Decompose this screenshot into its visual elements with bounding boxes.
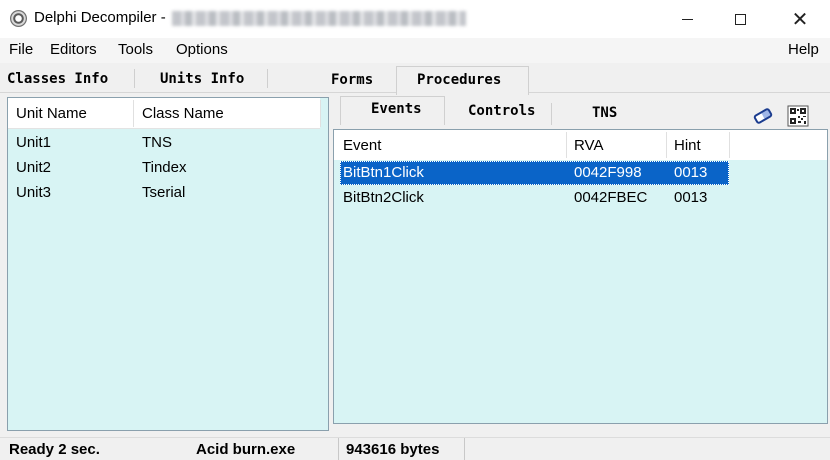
main-tab-strip: Classes Info Units Info Forms Procedures <box>0 63 830 95</box>
menu-help[interactable]: Help <box>788 41 819 58</box>
maximize-button[interactable] <box>717 0 763 38</box>
window-title: Delphi Decompiler - <box>34 9 166 26</box>
menu-bar: File Editors Tools Options Help <box>0 38 830 63</box>
column-class-name[interactable]: Class Name <box>142 105 224 122</box>
class-name: Tserial <box>142 184 186 201</box>
list-item[interactable]: Unit3 Tserial <box>8 181 320 206</box>
event-name: BitBtn2Click <box>343 189 424 206</box>
unit-name: Unit3 <box>16 184 52 201</box>
status-divider <box>464 438 465 460</box>
qr-code-icon <box>787 105 809 127</box>
column-divider[interactable] <box>729 132 730 158</box>
table-row[interactable]: BitBtn2Click 0042FBEC 0013 <box>340 186 729 210</box>
current-class-label: TNS <box>592 105 618 121</box>
tab-procedures[interactable]: Procedures <box>396 66 529 95</box>
menu-file[interactable]: File <box>9 41 33 58</box>
redacted-file-path <box>172 11 466 26</box>
menu-editors[interactable]: Editors <box>50 41 97 58</box>
event-name: BitBtn1Click <box>343 164 424 181</box>
eraser-button[interactable] <box>751 104 775 128</box>
column-divider[interactable] <box>133 100 134 127</box>
column-divider[interactable] <box>566 132 567 158</box>
tab-divider <box>134 69 135 88</box>
table-row-selected[interactable]: BitBtn1Click 0042F998 0013 <box>340 161 729 185</box>
status-file-size: 943616 bytes <box>346 441 440 458</box>
column-rva[interactable]: RVA <box>574 137 603 154</box>
column-divider[interactable] <box>666 132 667 158</box>
events-list-header: Event RVA Hint <box>334 130 827 160</box>
class-name: Tindex <box>142 159 187 176</box>
tab-controls[interactable]: Controls <box>445 103 552 125</box>
menu-tools[interactable]: Tools <box>118 41 153 58</box>
close-icon: ✕ <box>791 7 809 31</box>
tab-divider <box>267 69 268 88</box>
class-name: TNS <box>142 134 172 151</box>
tab-forms[interactable]: Forms <box>331 72 373 88</box>
app-icon <box>10 10 27 27</box>
event-rva: 0042F998 <box>574 164 642 181</box>
status-ready: Ready 2 sec. <box>9 441 100 458</box>
list-item[interactable]: Unit1 TNS <box>8 131 320 156</box>
maximize-icon <box>734 13 746 25</box>
tab-events[interactable]: Events <box>340 96 445 125</box>
minimize-icon <box>681 18 693 20</box>
menu-options[interactable]: Options <box>176 41 228 58</box>
column-event[interactable]: Event <box>343 137 381 154</box>
unit-name: Unit2 <box>16 159 52 176</box>
event-hint: 0013 <box>674 164 708 181</box>
event-hint: 0013 <box>674 189 708 206</box>
unit-name: Unit1 <box>16 134 52 151</box>
column-hint[interactable]: Hint <box>674 137 701 154</box>
status-divider <box>338 438 339 460</box>
status-bar: Ready 2 sec. Acid burn.exe 943616 bytes <box>0 437 830 460</box>
column-unit-name[interactable]: Unit Name <box>16 105 87 122</box>
events-list[interactable]: Event RVA Hint BitBtn1Click 0042F998 001… <box>333 129 828 424</box>
qr-code-button[interactable] <box>786 104 810 128</box>
units-list[interactable]: Unit Name Class Name Unit1 TNS Unit2 Tin… <box>7 97 329 431</box>
title-bar: Delphi Decompiler - ✕ <box>0 0 830 38</box>
status-file-name: Acid burn.exe <box>196 441 296 458</box>
eraser-icon <box>752 107 774 125</box>
column-divider[interactable] <box>320 100 321 127</box>
close-button[interactable]: ✕ <box>777 0 823 38</box>
event-rva: 0042FBEC <box>574 189 648 206</box>
units-list-header: Unit Name Class Name <box>8 98 321 129</box>
list-item[interactable]: Unit2 Tindex <box>8 156 320 181</box>
tab-classes-info[interactable]: Classes Info <box>7 71 108 87</box>
minimize-button[interactable] <box>664 0 710 38</box>
tab-units-info[interactable]: Units Info <box>160 71 244 87</box>
